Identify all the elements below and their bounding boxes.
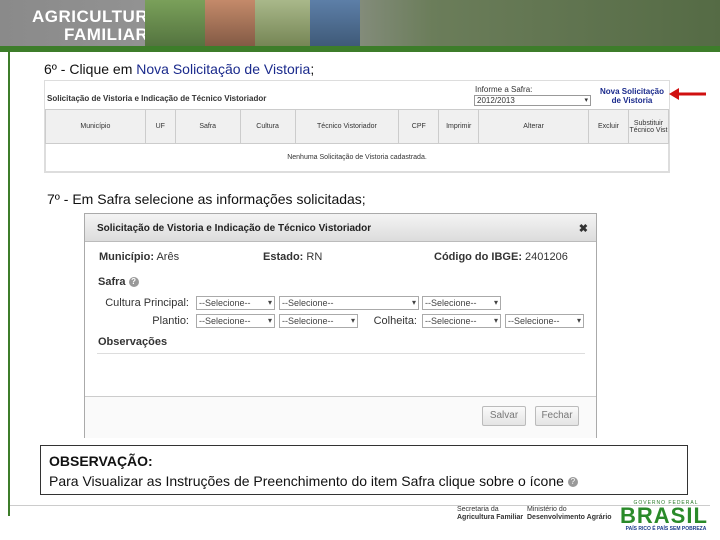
safra-section: Safra ?: [98, 276, 139, 288]
note-text-row: Para Visualizar as Instruções de Preench…: [49, 471, 679, 491]
observacoes-label: Observações: [98, 336, 168, 348]
help-icon: ?: [567, 477, 578, 488]
table-row: Nenhuma Solicitação de Vistoria cadastra…: [45, 143, 669, 172]
note-text: Para Visualizar as Instruções de Preench…: [49, 473, 564, 489]
banner-title: AGRICULTURA FAMILIAR: [32, 8, 161, 44]
banner-title-line1: AGRICULTURA: [32, 7, 161, 26]
plantio-select-1[interactable]: --Selecione--: [196, 314, 275, 328]
cultura-select-2[interactable]: --Selecione--: [279, 296, 419, 310]
red-arrow-icon: [669, 88, 706, 100]
estado-info: Estado: RN: [263, 251, 322, 263]
estado-label: Estado:: [263, 251, 304, 263]
header-divider: [0, 46, 720, 52]
plantio-select-2[interactable]: --Selecione--: [279, 314, 358, 328]
observation-note: OBSERVAÇÃO: Para Visualizar as Instruçõe…: [40, 445, 688, 495]
colheita-select-1[interactable]: --Selecione--: [422, 314, 501, 328]
col-safra: Safra: [174, 109, 241, 144]
ministerio-logo: Ministério do Desenvolvimento Agrário: [527, 506, 612, 522]
solicitation-table: Município UF Safra Cultura Técnico Visto…: [45, 109, 670, 172]
solicitation-dialog: Solicitação de Vistoria e Indicação de T…: [84, 213, 597, 438]
municipio-value: Arês: [156, 251, 180, 263]
secretaria-logo: Secretaria da Agricultura Familiar: [457, 506, 523, 522]
ministerio-line2: Desenvolvimento Agrário: [527, 514, 612, 521]
brasil-logo: GOVERNO FEDERAL BRASIL PAÍS RICO É PAÍS …: [620, 500, 712, 532]
new-solicitation-link[interactable]: Nova Solicitação de Vistoria: [596, 87, 668, 105]
colheita-select-2[interactable]: --Selecione--: [505, 314, 584, 328]
step6-highlight: Nova Solicitação de Vistoria: [136, 61, 311, 77]
cultura-select-3[interactable]: --Selecione--: [422, 296, 501, 310]
ibge-label: Código do IBGE:: [434, 251, 522, 263]
brasil-text: BRASIL: [620, 503, 708, 528]
ibge-value: 2401206: [525, 251, 568, 263]
banner-photo-man-hat: [255, 0, 310, 52]
col-excluir: Excluir: [587, 109, 629, 144]
cultura-label: Cultura Principal:: [105, 297, 189, 309]
help-icon[interactable]: ?: [128, 277, 139, 288]
dialog-footer: Salvar Fechar: [85, 396, 596, 438]
banner-photo-farmer: [145, 0, 205, 52]
close-icon[interactable]: ✖: [579, 222, 588, 235]
cultura-select-1[interactable]: --Selecione--: [196, 296, 275, 310]
col-substituir: Substituir Técnico Vist: [627, 109, 670, 144]
banner-title-line2: FAMILIAR: [64, 25, 149, 44]
plantio-label: Plantio:: [152, 315, 189, 327]
banner-photo-woman: [205, 0, 255, 52]
secretaria-line1: Secretaria da: [457, 506, 499, 513]
col-municipio: Município: [45, 109, 146, 144]
empty-message: Nenhuma Solicitação de Vistoria cadastra…: [45, 143, 669, 172]
list-title: Solicitação de Vistoria e Indicação de T…: [47, 94, 267, 103]
banner-photo-worker: [310, 0, 360, 52]
ibge-info: Código do IBGE: 2401206: [434, 251, 568, 263]
municipio-info: Município: Arês: [99, 251, 179, 263]
ministerio-line1: Ministério do: [527, 506, 567, 513]
col-tecnico: Técnico Vistoriador: [294, 109, 400, 144]
note-title: OBSERVAÇÃO:: [49, 453, 153, 469]
safra-select[interactable]: 2012/2013: [474, 95, 591, 106]
step6-instruction: 6º - Clique em Nova Solicitação de Visto…: [44, 61, 314, 77]
col-alterar: Alterar: [478, 109, 589, 144]
col-cultura: Cultura: [239, 109, 296, 144]
close-button[interactable]: Fechar: [535, 406, 579, 426]
screenshot-solicitation-list: Solicitação de Vistoria e Indicação de T…: [44, 80, 670, 173]
table-header-row: Município UF Safra Cultura Técnico Visto…: [45, 109, 670, 144]
col-uf: UF: [144, 109, 176, 144]
dialog-title: Solicitação de Vistoria e Indicação de T…: [85, 214, 596, 242]
safra-label: Informe a Safra:: [475, 85, 533, 94]
left-border: [8, 46, 10, 516]
header-banner: AGRICULTURA FAMILIAR: [0, 0, 720, 52]
observacoes-textarea[interactable]: [97, 353, 585, 387]
step6-prefix: 6º - Clique em: [44, 61, 137, 77]
col-cpf: CPF: [398, 109, 440, 144]
estado-value: RN: [306, 251, 323, 263]
slogan-text: PAÍS RICO É PAÍS SEM POBREZA: [625, 526, 707, 532]
municipio-label: Município:: [99, 251, 154, 263]
safra-section-title: Safra: [98, 276, 126, 288]
secretaria-line2: Agricultura Familiar: [457, 514, 524, 521]
colheita-label: Colheita:: [373, 315, 417, 327]
step7-instruction: 7º - Em Safra selecione as informações s…: [47, 191, 366, 207]
col-imprimir: Imprimir: [438, 109, 480, 144]
step6-suffix: ;: [310, 61, 315, 77]
save-button[interactable]: Salvar: [482, 406, 526, 426]
